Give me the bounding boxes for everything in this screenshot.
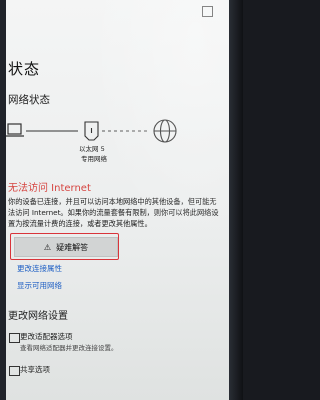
- adapter-options-description: 查看网络适配器并更改连接设置。: [20, 344, 118, 352]
- sharing-options-link[interactable]: 共享选项: [20, 364, 50, 375]
- change-settings-heading: 更改网络设置: [8, 311, 68, 322]
- computer-icon: [6, 123, 24, 137]
- sharing-options-icon: [9, 366, 20, 376]
- globe-icon: [153, 119, 177, 143]
- adapter-name: 以太网 5: [79, 145, 105, 153]
- title-bar: [6, 0, 229, 22]
- change-properties-link[interactable]: 更改连接属性: [17, 263, 62, 274]
- warning-icon: ⚠: [43, 242, 52, 252]
- network-status-heading: 网络状态: [8, 94, 50, 106]
- troubleshoot-label: 疑难解答: [56, 242, 89, 252]
- settings-window: 状态 网络状态 以太网 5 专用网络 无法访问 Internet 你的设备已连接…: [6, 0, 229, 400]
- restore-window-icon[interactable]: [202, 6, 213, 17]
- error-title: 无法访问 Internet: [8, 183, 91, 194]
- ethernet-port-icon: [84, 121, 99, 141]
- network-type: 专用网络: [81, 155, 107, 163]
- show-networks-link[interactable]: 显示可用网络: [17, 280, 62, 291]
- adapter-options-link[interactable]: 更改适配器选项: [20, 331, 73, 342]
- troubleshoot-button[interactable]: ⚠ 疑难解答: [14, 237, 118, 257]
- adapter-options-icon: [9, 333, 20, 343]
- network-diagram: 以太网 5 专用网络: [6, 114, 229, 164]
- page-title: 状态: [8, 60, 41, 78]
- monitor-bezel-right: [229, 0, 243, 400]
- error-description: 你的设备已连接，并且可以访问本地网络中的其他设备，但可能无法访问 Interne…: [8, 197, 219, 228]
